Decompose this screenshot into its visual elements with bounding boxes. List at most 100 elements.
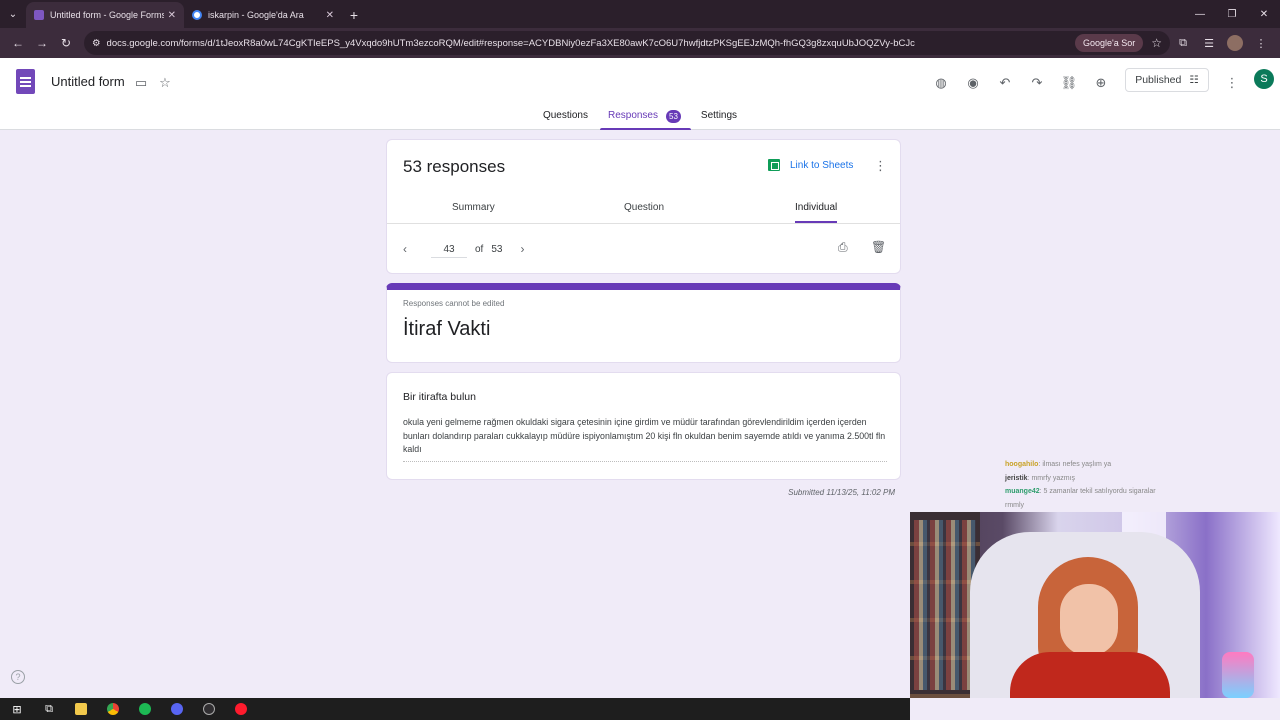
window-controls: — ❐ ✕ [1184, 0, 1280, 28]
form-header-card: Responses cannot be edited İtiraf Vakti [386, 283, 901, 363]
chat-text: : mmrfy yazmış [1027, 474, 1076, 482]
redo-icon[interactable]: ↷ [1028, 74, 1046, 92]
previous-response-icon[interactable]: ‹ [403, 242, 419, 256]
help-icon[interactable]: ? [11, 670, 25, 684]
tab-questions[interactable]: Questions [533, 110, 598, 130]
windows-taskbar: ⊞ ⧉ [0, 698, 910, 720]
bookmark-star-icon[interactable]: ☆ [1151, 36, 1162, 50]
browser-menu-icon[interactable]: ⋮ [1248, 31, 1274, 55]
link-icon[interactable]: ⛓ [1060, 74, 1078, 92]
responses-count: 53 responses [403, 157, 506, 176]
profile-icon[interactable] [1222, 31, 1248, 55]
ask-google-label: Google'a Sor [1082, 38, 1136, 48]
microphone [1222, 652, 1254, 698]
account-avatar[interactable]: S [1254, 69, 1274, 89]
chat-message: hoogahilo: ilması nefes yaşlım ya [1005, 458, 1205, 472]
print-icon[interactable]: ⎙ [838, 240, 848, 255]
main-tabs: Questions Responses 53 Settings [0, 110, 1280, 130]
link-to-sheets-button[interactable]: Link to Sheets [768, 159, 853, 171]
stream-chat-overlay: hoogahilo: ilması nefes yaşlım ya jerist… [1005, 458, 1205, 512]
streamer-face [1060, 584, 1118, 656]
tab-search-icon[interactable]: ⌄ [0, 0, 26, 28]
tab-settings[interactable]: Settings [691, 110, 747, 130]
publish-settings-icon: ☷ [1189, 74, 1199, 86]
url-text: docs.google.com/forms/d/1tJeoxR8a0wL74Cg… [106, 37, 915, 49]
ask-google-button[interactable]: Google'a Sor [1074, 34, 1144, 52]
spotify-icon[interactable] [134, 698, 156, 720]
tab-responses[interactable]: Responses 53 [598, 110, 691, 130]
subtab-summary[interactable]: Summary [452, 202, 495, 213]
address-bar-row: ← → ↻ ⚙ docs.google.com/forms/d/1tJeoxR8… [0, 28, 1280, 58]
subtab-individual[interactable]: Individual [795, 202, 837, 213]
reload-icon[interactable]: ↻ [54, 31, 78, 55]
tab-title: Untitled form - Google Forms [50, 10, 164, 20]
site-info-icon[interactable]: ⚙ [92, 38, 101, 49]
close-window-icon[interactable]: ✕ [1248, 0, 1280, 28]
obs-icon[interactable] [198, 698, 220, 720]
forward-icon[interactable]: → [30, 31, 54, 55]
question-card: Bir itirafta bulun okula yeni gelmeme ra… [386, 372, 901, 480]
chat-username: hoogahilo [1005, 461, 1039, 468]
link-to-sheets-label: Link to Sheets [790, 159, 854, 171]
sheets-icon [768, 159, 780, 171]
browser-tab-forms[interactable]: Untitled form - Google Forms ✕ [26, 2, 184, 28]
responses-card: 53 responses Link to Sheets ⋮ Summary Qu… [386, 139, 901, 274]
form-heading: İtiraf Vakti [403, 318, 491, 340]
windows-start-icon[interactable]: ⊞ [6, 698, 28, 720]
chat-text: : 5 zamanlar tekil satılıyordu sigaralar [1039, 488, 1156, 495]
more-options-icon[interactable]: ⋮ [1223, 74, 1241, 92]
add-collaborator-icon[interactable]: ⊕ [1092, 74, 1110, 92]
response-number-input[interactable]: 43 [431, 244, 467, 258]
books [914, 520, 976, 690]
chat-message: jeristik: mmrfy yazmış [1005, 472, 1205, 486]
next-response-icon[interactable]: › [520, 242, 536, 256]
chat-username: muange42 [1005, 488, 1040, 495]
submitted-timestamp: Submitted 11/13/25, 11:02 PM [788, 488, 895, 497]
divider [387, 223, 900, 224]
form-title[interactable]: Untitled form [51, 74, 125, 89]
published-label: Published [1135, 74, 1182, 86]
extensions-icon[interactable]: ⧉ [1170, 31, 1196, 55]
star-icon[interactable]: ☆ [156, 74, 174, 92]
browser-tab-strip: ⌄ Untitled form - Google Forms ✕ iskarpi… [0, 0, 1280, 28]
task-view-icon[interactable]: ⧉ [38, 698, 60, 720]
pager-of-label: of [475, 243, 484, 255]
published-button[interactable]: Published ☷ [1125, 68, 1209, 92]
google-favicon-icon [192, 10, 202, 20]
responses-not-editable-note: Responses cannot be edited [403, 299, 505, 308]
chat-text: rmmly [1005, 501, 1025, 509]
folder-icon[interactable]: ▭ [132, 74, 150, 92]
webcam-overlay [910, 512, 1280, 698]
tab-search-list-icon[interactable]: ☰ [1196, 31, 1222, 55]
response-pager: ‹ 43 of 53 › [403, 240, 536, 258]
chat-text: : ilması nefes yaşlım ya [1038, 461, 1112, 468]
new-tab-button[interactable]: + [342, 2, 366, 28]
google-forms-logo-icon[interactable] [16, 69, 35, 94]
subtab-question[interactable]: Question [624, 202, 664, 213]
discord-icon[interactable] [166, 698, 188, 720]
palette-icon[interactable]: ◍ [932, 74, 950, 92]
streamer-body [1010, 652, 1170, 698]
url-omnibox[interactable]: ⚙ docs.google.com/forms/d/1tJeoxR8a0wL74… [84, 31, 1170, 55]
answer-text: okula yeni gelmeme rağmen okuldaki sigar… [403, 416, 887, 462]
file-explorer-icon[interactable] [70, 698, 92, 720]
forms-header: Untitled form ▭ ☆ ◍ ◉ ↶ ↷ ⛓ ⊕ Published … [0, 58, 1280, 130]
responses-count-badge: 53 [666, 110, 681, 123]
minimize-icon[interactable]: — [1184, 0, 1216, 28]
chrome-icon[interactable] [102, 698, 124, 720]
chat-message: muange42: 5 zamanlar tekil satılıyordu s… [1005, 485, 1205, 499]
chat-username: jeristik [1005, 474, 1028, 482]
preview-eye-icon[interactable]: ◉ [964, 74, 982, 92]
back-icon[interactable]: ← [6, 31, 30, 55]
tab-responses-label: Responses [607, 110, 658, 121]
question-title: Bir itirafta bulun [403, 391, 476, 403]
restore-icon[interactable]: ❐ [1216, 0, 1248, 28]
delete-icon[interactable]: 🗑 [871, 240, 886, 254]
close-tab-icon[interactable]: ✕ [326, 10, 334, 21]
close-tab-icon[interactable]: ✕ [168, 10, 176, 21]
tab-title: iskarpin - Google'da Ara [208, 10, 304, 20]
more-vert-icon[interactable]: ⋮ [874, 158, 887, 174]
browser-tab-search[interactable]: iskarpin - Google'da Ara ✕ [184, 2, 342, 28]
undo-icon[interactable]: ↶ [996, 74, 1014, 92]
opera-icon[interactable] [230, 698, 252, 720]
